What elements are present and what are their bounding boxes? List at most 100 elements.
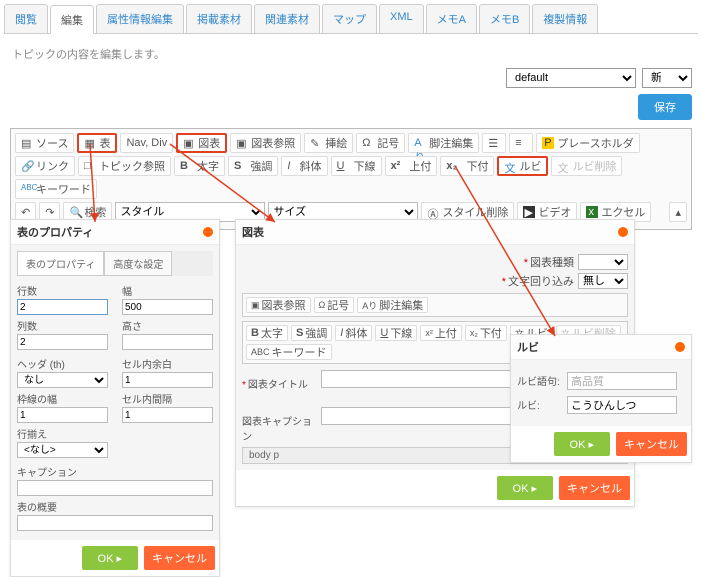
- header-select[interactable]: なし: [17, 372, 108, 388]
- height-input[interactable]: [122, 334, 213, 350]
- link-button[interactable]: 🔗リンク: [15, 156, 75, 176]
- caption-input[interactable]: [17, 480, 213, 496]
- rows-input[interactable]: [17, 299, 108, 315]
- m-strong[interactable]: S強調: [291, 325, 332, 341]
- panel-title: ルビ: [517, 339, 539, 355]
- chevron-up-icon: ▴: [675, 206, 681, 219]
- ruby-icon: 文: [504, 160, 516, 172]
- m-ul[interactable]: U下線: [375, 325, 417, 341]
- tab-xml[interactable]: XML: [379, 4, 424, 33]
- tab-related[interactable]: 関連素材: [254, 4, 320, 33]
- ok-button[interactable]: OK ▸: [554, 432, 610, 456]
- m-sym[interactable]: Ω記号: [314, 297, 355, 313]
- m-sub[interactable]: x₂下付: [465, 325, 507, 341]
- wrap-label: 文字回り込み: [502, 273, 574, 289]
- footnote-button[interactable]: Aり脚注編集: [408, 133, 479, 153]
- cancel-button[interactable]: キャンセル: [616, 432, 687, 456]
- summary-input[interactable]: [17, 515, 213, 531]
- navdiv-button[interactable]: Nav, Div: [120, 133, 173, 153]
- cols-label: 列数: [17, 318, 108, 333]
- list-button[interactable]: ☰: [482, 133, 506, 153]
- strong-button[interactable]: S 強調: [228, 156, 278, 176]
- main-tabs: 閲覧 編集 属性情報編集 掲載素材 関連素材 マップ XML メモA メモB 複…: [4, 4, 698, 34]
- close-icon[interactable]: [203, 227, 213, 237]
- figref-button[interactable]: ▣図表参照: [230, 133, 301, 153]
- table-properties-panel: 表のプロパティ 表のプロパティ 高度な設定 行数 列数 幅 高さ ヘッダ (th…: [10, 219, 220, 577]
- border-input[interactable]: [17, 407, 108, 423]
- tab-view[interactable]: 閲覧: [4, 4, 48, 33]
- figure-button[interactable]: ▣図表: [176, 133, 227, 153]
- keyword-button[interactable]: ABCキーワード: [15, 179, 97, 199]
- collapse-button[interactable]: ▴: [669, 202, 687, 222]
- figtype-select[interactable]: [578, 254, 628, 270]
- ok-button[interactable]: OK ▸: [497, 476, 553, 500]
- m-sup[interactable]: x²上付: [420, 325, 462, 341]
- m-foot[interactable]: Aり脚注編集: [357, 297, 428, 313]
- tab-duplicate[interactable]: 複製情報: [532, 4, 598, 33]
- rubydel-button[interactable]: 文ルビ削除: [551, 156, 622, 176]
- symbol-button[interactable]: Ω記号: [356, 133, 405, 153]
- sup-button[interactable]: x² 上付: [385, 156, 438, 176]
- align-select[interactable]: <なし>: [17, 442, 108, 458]
- redo-icon: ↷: [45, 206, 54, 219]
- new-select[interactable]: 新規: [642, 68, 692, 88]
- wrap-select[interactable]: 無し: [578, 273, 628, 289]
- caption-label: キャプション: [17, 464, 213, 479]
- ruby-button[interactable]: 文ルビ: [497, 156, 548, 176]
- italic-button[interactable]: I 斜体: [281, 156, 327, 176]
- keyword-icon: ABC: [21, 183, 33, 195]
- video-icon: ▶: [523, 206, 535, 218]
- listnum-icon: ≡: [515, 137, 527, 149]
- tab-attr[interactable]: 属性情報編集: [96, 4, 184, 33]
- figcap-label: 図表キャプション: [242, 407, 313, 443]
- m-figref[interactable]: ▣図表参照: [246, 297, 311, 313]
- mode-select[interactable]: default: [506, 68, 636, 88]
- align-label: 行揃え: [17, 426, 108, 441]
- close-icon[interactable]: [618, 227, 628, 237]
- cancel-button[interactable]: キャンセル: [559, 476, 630, 500]
- search-icon: 🔍: [69, 206, 81, 218]
- cellpad-input[interactable]: [122, 372, 213, 388]
- tab-memoa[interactable]: メモA: [426, 4, 477, 33]
- placeholder-button[interactable]: Pプレースホルダ: [536, 133, 639, 153]
- ok-button[interactable]: OK ▸: [82, 546, 138, 570]
- cols-input[interactable]: [17, 334, 108, 350]
- bold-button[interactable]: B 太字: [174, 156, 225, 176]
- underline-button[interactable]: U 下線: [331, 156, 382, 176]
- tab-map[interactable]: マップ: [322, 4, 377, 33]
- panel-title: 図表: [242, 224, 264, 240]
- subtab-advanced[interactable]: 高度な設定: [104, 251, 172, 276]
- m-kw[interactable]: ABCキーワード: [246, 344, 332, 360]
- sub-button[interactable]: x₂ 下付: [440, 156, 494, 176]
- rows-label: 行数: [17, 283, 108, 298]
- tab-edit[interactable]: 編集: [50, 5, 94, 34]
- border-label: 枠線の幅: [17, 391, 108, 406]
- m-bold[interactable]: B太字: [246, 325, 288, 341]
- topicref-button[interactable]: □トピック参照: [78, 156, 171, 176]
- m-italic[interactable]: I斜体: [335, 325, 372, 341]
- tab-media[interactable]: 掲載素材: [186, 4, 252, 33]
- source-button[interactable]: ▤ソース: [15, 133, 74, 153]
- table-button[interactable]: ▦表: [77, 133, 117, 153]
- cellspace-label: セル内間隔: [122, 391, 213, 406]
- symbol-icon: Ω: [362, 137, 374, 149]
- listnum-button[interactable]: ≡: [509, 133, 533, 153]
- ruby-word-label: ルビ語句:: [517, 373, 567, 388]
- code-icon: ▤: [21, 137, 33, 149]
- close-icon[interactable]: [675, 342, 685, 352]
- ruby-word-input[interactable]: [567, 372, 677, 390]
- width-input[interactable]: [122, 299, 213, 315]
- image-icon: ▣: [183, 137, 195, 149]
- subtab-props[interactable]: 表のプロパティ: [17, 251, 104, 276]
- cancel-button[interactable]: キャンセル: [144, 546, 215, 570]
- ruby-panel: ルビ ルビ語句: ルビ: OK ▸ キャンセル: [510, 334, 692, 463]
- tab-memob[interactable]: メモB: [479, 4, 530, 33]
- save-button[interactable]: 保存: [638, 94, 692, 120]
- editor-toolbar: ▤ソース ▦表 Nav, Div ▣図表 ▣図表参照 ✎挿絵 Ω記号 Aり脚注編…: [10, 128, 692, 230]
- panel-title: 表のプロパティ: [17, 224, 93, 240]
- table-icon: ▦: [84, 137, 96, 149]
- topicref-icon: □: [84, 160, 96, 172]
- cellspace-input[interactable]: [122, 407, 213, 423]
- ruby-rb-input[interactable]: [567, 396, 677, 414]
- insert-button[interactable]: ✎挿絵: [304, 133, 353, 153]
